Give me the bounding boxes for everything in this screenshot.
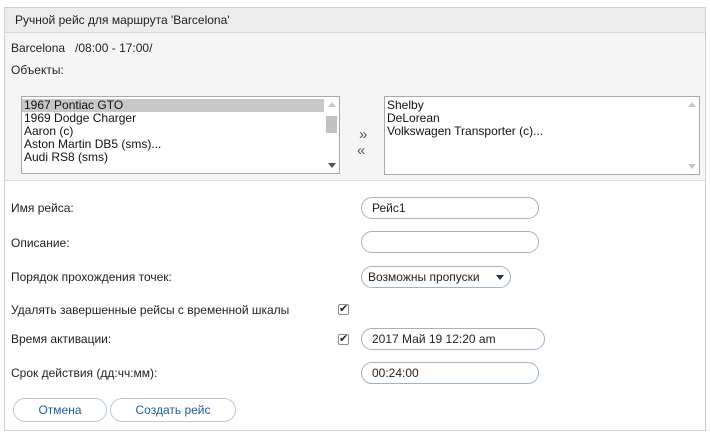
delete-finished-checkbox[interactable]: ✔ xyxy=(338,303,349,315)
route-info: Barcelona /08:00 - 17:00/ xyxy=(11,41,153,55)
delete-finished-label: Удалять завершенные рейсы с временной шк… xyxy=(11,303,290,317)
chevron-down-icon xyxy=(496,275,504,280)
checkmark-icon: ✔ xyxy=(339,333,349,345)
scroll-up-icon[interactable] xyxy=(328,102,336,107)
trip-name-input[interactable] xyxy=(361,197,539,219)
remove-object-button[interactable]: « xyxy=(357,142,365,159)
activation-time-input[interactable] xyxy=(361,328,545,350)
manual-trip-dialog: Ручной рейс для маршрута 'Barcelona' Bar… xyxy=(4,7,706,431)
validity-input[interactable] xyxy=(361,362,539,384)
order-label: Порядок прохождения точек: xyxy=(11,270,172,284)
scroll-down-icon[interactable] xyxy=(688,164,696,169)
order-row: Порядок прохождения точек: Возможны проп… xyxy=(5,264,705,290)
validity-label: Срок действия (дд:чч:мм): xyxy=(11,366,158,380)
activation-label: Время активации: xyxy=(11,332,112,346)
checkmark-icon: ✔ xyxy=(339,303,349,315)
objects-section: Barcelona /08:00 - 17:00/ Объекты: 1967 … xyxy=(5,33,705,181)
activation-checkbox[interactable]: ✔ xyxy=(338,333,349,345)
description-input[interactable] xyxy=(361,231,539,253)
objects-label: Объекты: xyxy=(11,63,64,77)
chosen-objects-list[interactable]: Shelby DeLorean Volkswagen Transporter (c)… xyxy=(384,96,700,175)
list-item[interactable]: Volkswagen Transporter (c)... xyxy=(385,125,699,138)
trip-name-label: Имя рейса: xyxy=(11,201,74,215)
order-select[interactable]: Возможны пропуски xyxy=(361,266,511,288)
scroll-thumb[interactable] xyxy=(326,116,337,133)
create-trip-button[interactable]: Создать рейс xyxy=(110,398,236,422)
trip-name-row: Имя рейса: xyxy=(5,195,705,221)
dialog-title: Ручной рейс для маршрута 'Barcelona' xyxy=(5,8,705,33)
available-list-scrollbar[interactable] xyxy=(324,97,339,173)
scroll-down-icon[interactable] xyxy=(328,163,336,168)
order-select-value: Возможны пропуски xyxy=(368,270,480,284)
available-objects-list[interactable]: 1967 Pontiac GTO 1969 Dodge Charger Aaron … xyxy=(21,96,340,174)
activation-row: Время активации: ✔ xyxy=(5,326,705,352)
validity-row: Срок действия (дд:чч:мм): xyxy=(5,360,705,386)
description-row: Описание: xyxy=(5,230,705,256)
scroll-up-icon[interactable] xyxy=(688,102,696,107)
chosen-list-scrollbar[interactable] xyxy=(684,97,699,174)
description-label: Описание: xyxy=(11,236,70,250)
add-object-button[interactable]: » xyxy=(359,126,367,143)
cancel-button[interactable]: Отмена xyxy=(13,398,107,422)
delete-finished-row: Удалять завершенные рейсы с временной шк… xyxy=(5,297,705,323)
list-item[interactable]: Audi RS8 (sms) xyxy=(22,151,339,164)
